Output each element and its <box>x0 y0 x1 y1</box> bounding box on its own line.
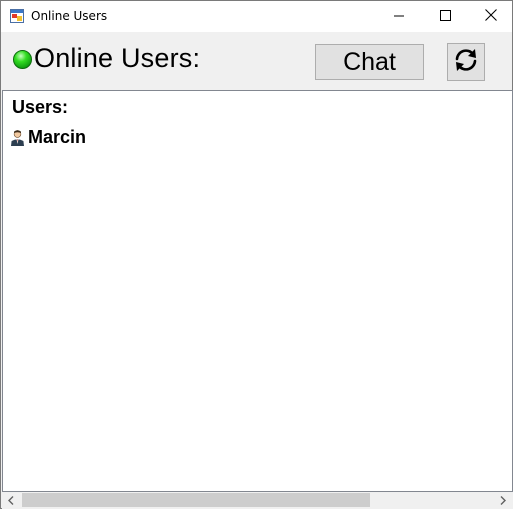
header-bar: Online Users: Chat <box>1 32 512 90</box>
online-status-icon <box>13 50 32 69</box>
chat-button[interactable]: Chat <box>315 44 424 80</box>
scroll-right-icon[interactable] <box>497 495 509 506</box>
close-icon <box>485 8 497 26</box>
header-title: Online Users: <box>34 43 201 73</box>
minimize-button[interactable] <box>376 1 422 32</box>
minimize-icon <box>394 8 404 26</box>
app-window-icon <box>10 9 24 23</box>
online-users-window: Online Users Online Users: Chat Users: M… <box>0 0 513 509</box>
window-title: Online Users <box>31 9 108 23</box>
user-name: Marcin <box>28 126 87 147</box>
user-avatar-icon <box>9 129 26 146</box>
users-label: Users: <box>12 97 69 117</box>
refresh-icon <box>452 46 480 79</box>
title-bar[interactable]: Online Users <box>1 1 512 32</box>
refresh-button[interactable] <box>447 43 485 81</box>
maximize-icon <box>439 8 451 26</box>
user-list-item[interactable]: Marcin <box>9 126 86 148</box>
users-list-panel[interactable]: Users: Marcin <box>2 90 513 492</box>
scrollbar-thumb[interactable] <box>22 493 370 507</box>
maximize-button[interactable] <box>422 1 468 32</box>
scroll-left-icon[interactable] <box>5 495 17 506</box>
close-button[interactable] <box>468 1 513 32</box>
horizontal-scrollbar[interactable] <box>2 492 513 509</box>
